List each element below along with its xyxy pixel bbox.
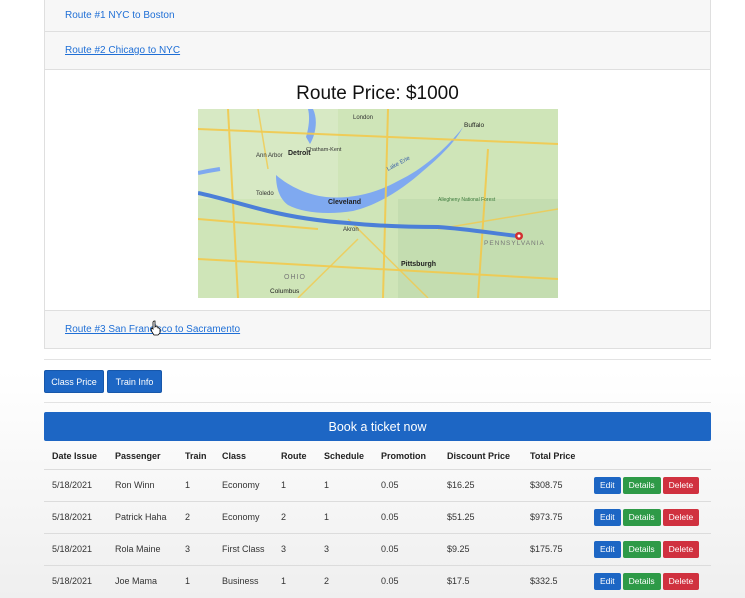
cell-class: Business bbox=[214, 564, 273, 597]
cell-promotion: 0.05 bbox=[373, 468, 439, 501]
map-label-toledo: Toledo bbox=[256, 191, 274, 197]
map-label-ann-arbor: Ann Arbor bbox=[256, 153, 283, 159]
cell-train: 2 bbox=[177, 500, 214, 533]
cell-promotion: 0.05 bbox=[373, 564, 439, 597]
cell-date-issue: 5/18/2021 bbox=[44, 564, 107, 597]
route-map[interactable]: Detroit Ann Arbor Toledo Cleveland Akron… bbox=[198, 109, 558, 298]
col-class: Class bbox=[222, 451, 247, 462]
map-label-london: London bbox=[353, 115, 373, 121]
train-info-button[interactable]: Train Info bbox=[107, 370, 162, 393]
cell-class: Economy bbox=[214, 500, 273, 533]
cell-date-issue: 5/18/2021 bbox=[44, 500, 107, 533]
tickets-table: Date Issue Passenger Train Class Route S… bbox=[44, 444, 711, 597]
cell-promotion: 0.05 bbox=[373, 500, 439, 533]
cell-discount-price: $51.25 bbox=[439, 500, 522, 533]
hand-cursor-icon bbox=[150, 320, 162, 341]
book-ticket-button[interactable]: Book a ticket now bbox=[44, 412, 711, 441]
map-label-ohio: OHIO bbox=[284, 274, 306, 281]
col-promotion: Promotion bbox=[381, 451, 426, 462]
routes-accordion: Route #1 NYC to Boston Route #2 Chicago … bbox=[44, 0, 711, 349]
map-label-columbus: Columbus bbox=[270, 288, 300, 295]
divider bbox=[44, 359, 711, 360]
route-map-image: Detroit Ann Arbor Toledo Cleveland Akron… bbox=[198, 109, 558, 298]
delete-button[interactable]: Delete bbox=[662, 572, 700, 590]
map-label-cleveland: Cleveland bbox=[328, 199, 361, 206]
cell-schedule: 2 bbox=[316, 564, 373, 597]
details-button[interactable]: Details bbox=[622, 508, 661, 526]
details-button[interactable]: Details bbox=[622, 476, 661, 494]
cell-schedule: 3 bbox=[316, 532, 373, 565]
cell-schedule: 1 bbox=[316, 500, 373, 533]
edit-button[interactable]: Edit bbox=[594, 540, 621, 558]
table-row: 5/18/2021 Rola Maine 3 First Class 3 3 0… bbox=[44, 532, 711, 565]
cell-total-price: $973.75 bbox=[522, 500, 586, 533]
cell-actions: Edit Details Delete bbox=[586, 532, 711, 565]
cell-route: 3 bbox=[273, 532, 316, 565]
class-price-button[interactable]: Class Price bbox=[44, 370, 104, 393]
route-price-heading: Route Price: $1000 bbox=[296, 83, 459, 104]
cell-route: 2 bbox=[273, 500, 316, 533]
map-label-pittsburgh: Pittsburgh bbox=[401, 261, 436, 268]
delete-button[interactable]: Delete bbox=[662, 476, 700, 494]
map-label-allegheny: Allegheny National Forest bbox=[438, 197, 496, 203]
map-label-buffalo: Buffalo bbox=[464, 122, 485, 129]
details-button[interactable]: Details bbox=[622, 572, 661, 590]
cell-date-issue: 5/18/2021 bbox=[44, 532, 107, 565]
edit-button[interactable]: Edit bbox=[594, 508, 621, 526]
delete-button[interactable]: Delete bbox=[662, 540, 700, 558]
cell-route: 1 bbox=[273, 468, 316, 501]
cell-route: 1 bbox=[273, 564, 316, 597]
col-actions bbox=[586, 444, 711, 469]
cell-schedule: 1 bbox=[316, 468, 373, 501]
col-passenger: Passenger bbox=[115, 451, 161, 462]
cell-class: First Class bbox=[214, 532, 273, 565]
col-total-price: Total Price bbox=[530, 451, 576, 462]
cell-actions: Edit Details Delete bbox=[586, 468, 711, 501]
table-header-row: Date Issue Passenger Train Class Route S… bbox=[44, 444, 711, 469]
route-2-panel: Route Price: $1000 Detroit Ann Arbor Tol… bbox=[44, 70, 711, 311]
col-route: Route bbox=[281, 451, 307, 462]
cell-train: 1 bbox=[177, 468, 214, 501]
edit-button[interactable]: Edit bbox=[594, 572, 621, 590]
col-discount-price: Discount Price bbox=[447, 451, 511, 462]
cell-date-issue: 5/18/2021 bbox=[44, 468, 107, 501]
route-3-header[interactable]: Route #3 San Francisco to Sacramento bbox=[44, 311, 711, 349]
cell-class: Economy bbox=[214, 468, 273, 501]
table-row: 5/18/2021 Joe Mama 1 Business 1 2 0.05 $… bbox=[44, 564, 711, 597]
cell-discount-price: $16.25 bbox=[439, 468, 522, 501]
map-label-chatham: Chatham-Kent bbox=[306, 147, 342, 153]
route-1-header[interactable]: Route #1 NYC to Boston bbox=[44, 0, 711, 32]
cell-train: 1 bbox=[177, 564, 214, 597]
cell-total-price: $332.5 bbox=[522, 564, 586, 597]
cell-passenger: Joe Mama bbox=[107, 564, 177, 597]
table-row: 5/18/2021 Patrick Haha 2 Economy 2 1 0.0… bbox=[44, 500, 711, 533]
cell-passenger: Patrick Haha bbox=[107, 500, 177, 533]
col-train: Train bbox=[185, 451, 207, 462]
cell-passenger: Rola Maine bbox=[107, 532, 177, 565]
col-schedule: Schedule bbox=[324, 451, 365, 462]
map-label-pennsylvania: PENNSYLVANIA bbox=[484, 240, 545, 247]
col-date-issue: Date Issue bbox=[52, 451, 98, 462]
cell-actions: Edit Details Delete bbox=[586, 564, 711, 597]
cell-discount-price: $17.5 bbox=[439, 564, 522, 597]
details-button[interactable]: Details bbox=[622, 540, 661, 558]
delete-button[interactable]: Delete bbox=[662, 508, 700, 526]
table-row: 5/18/2021 Ron Winn 1 Economy 1 1 0.05 $1… bbox=[44, 468, 711, 501]
edit-button[interactable]: Edit bbox=[594, 476, 621, 494]
cell-total-price: $175.75 bbox=[522, 532, 586, 565]
divider bbox=[44, 402, 711, 403]
cell-actions: Edit Details Delete bbox=[586, 500, 711, 533]
cell-passenger: Ron Winn bbox=[107, 468, 177, 501]
cell-total-price: $308.75 bbox=[522, 468, 586, 501]
map-label-akron: Akron bbox=[343, 227, 359, 233]
route-1-link[interactable]: Route #1 NYC to Boston bbox=[65, 10, 175, 21]
route-2-header[interactable]: Route #2 Chicago to NYC bbox=[44, 32, 711, 70]
cell-promotion: 0.05 bbox=[373, 532, 439, 565]
route-2-link[interactable]: Route #2 Chicago to NYC bbox=[65, 45, 180, 56]
cell-discount-price: $9.25 bbox=[439, 532, 522, 565]
cell-train: 3 bbox=[177, 532, 214, 565]
